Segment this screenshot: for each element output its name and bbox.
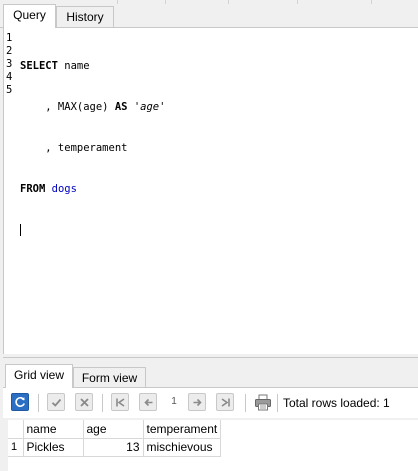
results-toolbar: 1 Total rows loaded: 1	[3, 388, 418, 418]
sql-editor[interactable]: 1 2 3 4 5 SELECT name , MAX(age) AS 'age…	[3, 28, 418, 354]
divider	[277, 394, 278, 412]
divider	[245, 394, 246, 412]
column-header-age[interactable]: age	[83, 420, 144, 439]
results-panel: Grid view Form view 1 Total rows loaded:…	[3, 357, 418, 471]
code-line: , temperament	[20, 142, 165, 155]
code-line: FROM dogs	[20, 183, 165, 196]
line-number: 4	[6, 71, 13, 83]
divider	[228, 0, 229, 4]
line-number-gutter: 1 2 3 4 5	[4, 32, 16, 97]
prev-page-icon[interactable]	[139, 393, 157, 411]
line-number: 5	[6, 84, 13, 96]
next-page-icon[interactable]	[188, 393, 206, 411]
line-number: 2	[6, 45, 13, 57]
code-line: SELECT name	[20, 60, 165, 73]
cell-temperament[interactable]: mischievous	[143, 438, 222, 457]
sql-keyword: AS	[114, 101, 128, 113]
page-number: 1	[171, 396, 177, 407]
code-text: name	[57, 60, 90, 72]
code-area[interactable]: SELECT name , MAX(age) AS 'age' , temper…	[20, 32, 165, 265]
row-number-header	[8, 420, 24, 439]
divider	[117, 0, 118, 4]
tab-grid-view[interactable]: Grid view	[5, 364, 73, 388]
results-table: name age temperament 1 Pickles 13 mischi…	[8, 420, 222, 457]
sql-keyword: FROM	[20, 183, 46, 195]
cell-name[interactable]: Pickles	[23, 438, 84, 457]
divider	[371, 0, 372, 4]
code-line	[20, 224, 165, 237]
sql-string: 'age'	[133, 101, 166, 113]
results-grid: name age temperament 1 Pickles 13 mischi…	[8, 420, 418, 471]
tab-form-view[interactable]: Form view	[73, 367, 146, 387]
divider	[38, 394, 39, 412]
first-page-icon[interactable]	[111, 393, 129, 411]
column-header-temperament[interactable]: temperament	[143, 420, 222, 439]
divider	[297, 0, 298, 4]
tab-history[interactable]: History	[56, 6, 114, 27]
tab-query[interactable]: Query	[3, 4, 56, 28]
print-icon[interactable]	[254, 394, 272, 411]
code-line: , MAX(age) AS 'age'	[20, 101, 165, 114]
cancel-icon[interactable]	[75, 393, 93, 411]
last-page-icon[interactable]	[216, 393, 234, 411]
sql-keyword: SELECT	[20, 60, 58, 72]
table-row[interactable]: 1 Pickles 13 mischievous	[8, 438, 222, 457]
results-tab-strip: Grid view Form view	[3, 364, 418, 388]
cell-age[interactable]: 13	[83, 438, 144, 457]
query-tab-strip: Query History	[0, 0, 418, 28]
rows-loaded-status: Total rows loaded: 1	[283, 396, 390, 410]
divider	[102, 394, 103, 412]
code-text: , MAX(age)	[20, 101, 115, 113]
divider	[165, 0, 166, 4]
line-number: 3	[6, 58, 13, 70]
text-caret	[20, 224, 21, 236]
column-header-name[interactable]: name	[23, 420, 84, 439]
row-number: 1	[8, 438, 24, 457]
table-header-row: name age temperament	[8, 420, 222, 439]
refresh-icon[interactable]	[11, 393, 29, 411]
code-text: , temperament	[20, 142, 128, 154]
apply-icon[interactable]	[47, 393, 65, 411]
line-number: 1	[6, 32, 13, 44]
sql-table-name: dogs	[51, 183, 77, 195]
